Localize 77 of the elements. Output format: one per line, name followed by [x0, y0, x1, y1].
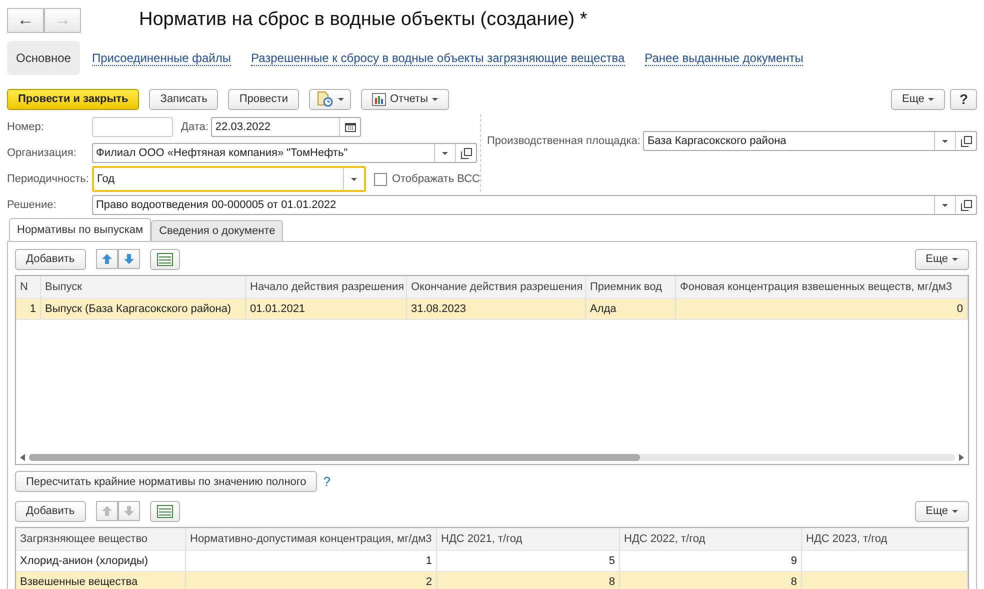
- field-label: Дата:: [181, 121, 208, 133]
- periodicity-field[interactable]: Год: [92, 166, 366, 192]
- field-label: Периодичность:: [7, 173, 90, 185]
- save-button[interactable]: Записать: [149, 88, 218, 110]
- table-cell: 8: [620, 572, 802, 589]
- column-header[interactable]: Загрязняющее вещество: [16, 528, 186, 550]
- column-header[interactable]: Выпуск: [41, 276, 246, 298]
- number-field[interactable]: [92, 117, 173, 137]
- arrow-down-icon: [122, 505, 135, 517]
- table-cell: Хлорид-анион (хлориды): [16, 551, 186, 571]
- table-cell: Взвешенные вещества: [16, 572, 186, 589]
- table-cell: Алда: [586, 299, 676, 319]
- help-button[interactable]: ?: [950, 88, 977, 110]
- organization-field[interactable]: Филиал ООО «Нефтяная компания» "ТомНефть": [92, 143, 477, 163]
- table-cell: 01.01.2021: [246, 299, 407, 319]
- table-icon: [156, 252, 173, 266]
- document-menu-button[interactable]: [308, 88, 351, 110]
- show-vss-checkbox[interactable]: Отображать ВСС: [374, 172, 480, 186]
- more-button[interactable]: Еще: [914, 500, 969, 522]
- more-button[interactable]: Еще: [891, 88, 946, 110]
- table-cell: Выпуск (База Каргасокского района): [41, 299, 246, 319]
- field-label: Производственная площадка:: [487, 135, 640, 147]
- column-header[interactable]: НДС 2023, т/год: [802, 528, 968, 550]
- column-header[interactable]: Окончание действия разрешения: [407, 276, 586, 298]
- reports-button[interactable]: Отчеты: [360, 88, 450, 110]
- decision-field[interactable]: Право водоотведения 00-000005 от 01.01.2022: [92, 195, 977, 215]
- column-header[interactable]: НДС 2021, т/год: [437, 528, 620, 550]
- column-header[interactable]: Начало действия разрешения: [246, 276, 407, 298]
- post-and-close-button[interactable]: Провести и закрыть: [7, 88, 140, 110]
- table-cell: 0: [676, 299, 968, 319]
- arrow-up-icon: [100, 253, 113, 265]
- tab[interactable]: Нормативы по выпускам: [9, 218, 152, 241]
- table-cell: 1: [186, 551, 437, 571]
- back-button[interactable]: ←: [7, 8, 44, 32]
- section-link[interactable]: Присоединенные файлы: [92, 50, 231, 66]
- column-header[interactable]: НДС 2022, т/год: [620, 528, 802, 550]
- table-cell: 8: [437, 572, 620, 589]
- table-settings-button[interactable]: [150, 500, 180, 522]
- arrow-down-icon: [122, 253, 135, 265]
- field-label: Решение:: [7, 199, 58, 211]
- arrow-up-icon: [100, 505, 113, 517]
- open-window-icon[interactable]: [960, 200, 972, 210]
- calendar-icon[interactable]: [344, 122, 356, 132]
- section-link[interactable]: Основное: [7, 41, 80, 75]
- recalculate-button[interactable]: Пересчитать крайние нормативы по значению полного: [15, 471, 318, 492]
- site-field[interactable]: База Каргасокского района: [643, 131, 977, 151]
- tab[interactable]: Сведения о документе: [151, 220, 284, 241]
- open-window-icon[interactable]: [460, 148, 472, 158]
- document-clock-icon: [316, 91, 334, 107]
- section-link[interactable]: Разрешенные к сбросу в водные объекты загрязняющие вещества: [250, 50, 625, 66]
- window-title: Норматив на сброс в водные объекты (создание) *: [139, 9, 588, 31]
- field-label: Номер:: [7, 121, 45, 133]
- table-cell: 9: [620, 551, 802, 571]
- move-down-button[interactable]: [118, 249, 140, 269]
- table-settings-button[interactable]: [150, 248, 180, 270]
- add-button[interactable]: Добавить: [15, 248, 86, 270]
- table-cell: 2: [186, 572, 437, 589]
- help-link[interactable]: ?: [323, 474, 331, 489]
- scroll-right-icon[interactable]: [959, 454, 964, 460]
- scroll-left-icon[interactable]: [20, 454, 25, 460]
- add-button[interactable]: Добавить: [15, 500, 86, 522]
- column-header[interactable]: Нормативно-допустимая концентрация, мг/дм3: [186, 528, 437, 550]
- bar-chart-icon: [372, 92, 386, 106]
- table-cell: 1: [16, 299, 41, 319]
- field-label: Организация:: [7, 147, 78, 159]
- more-button[interactable]: Еще: [914, 248, 969, 270]
- column-header[interactable]: Фоновая концентрация взвешенных веществ, мг/дм3: [676, 276, 968, 298]
- post-button[interactable]: Провести: [228, 88, 299, 110]
- section-link[interactable]: Ранее выданные документы: [644, 50, 804, 66]
- column-header[interactable]: N: [16, 276, 41, 298]
- open-window-icon[interactable]: [960, 136, 972, 146]
- table-cell: 31.08.2023: [407, 299, 586, 319]
- move-up-button[interactable]: [96, 249, 118, 269]
- date-field[interactable]: 22.03.2022: [211, 117, 362, 137]
- table-cell: 5: [437, 551, 620, 571]
- column-header[interactable]: Приемник вод: [586, 276, 676, 298]
- table-icon: [156, 504, 173, 518]
